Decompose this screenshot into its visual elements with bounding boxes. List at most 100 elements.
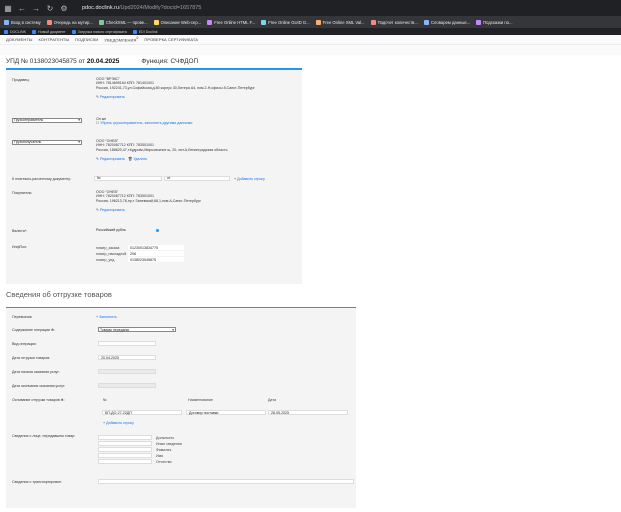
person-field-input[interactable] [98,447,152,452]
carrier-fill-label: Заполнить [99,315,117,319]
basis-name-input[interactable]: Договор поставки [186,410,266,415]
info-key: номер_заказа [96,245,120,250]
doc-date: 20.04.2025 [86,58,120,65]
back-icon[interactable]: ← [18,4,26,13]
extension-icon [31,29,36,34]
shipment-section-title: Сведения об отгрузке товаров [6,289,112,299]
person-field-input[interactable] [98,453,152,458]
consignee-address: Россия, 188620,47,г.Кудрово,Мирсовскное … [96,148,228,153]
extension-label: Загрузка нового сертификата [77,29,127,34]
op-type-label: Вид операции: [12,342,37,346]
bookmark-item[interactable]: Free Online GUID G... [261,19,310,25]
shipper-block: Он же ☐ Убрать грузоотправитель, заполни… [96,117,192,127]
tabs-icon[interactable]: ▦ [4,4,12,13]
start-date-input[interactable] [98,369,156,374]
bookmark-item[interactable]: Подсчет количеств... [370,19,418,25]
currency-field[interactable]: Российский рубль [94,228,150,233]
pencil-icon: ✎ [96,156,100,161]
seller-edit-link[interactable]: Редактировать [100,95,125,99]
payment-date-prefix: от [167,176,171,180]
consignee-edit-link[interactable]: Редактировать [100,157,125,161]
doc-number-label: УПД № [6,58,28,65]
basis-num-input[interactable]: БП-ДО-27-22ДП [102,410,182,415]
site-info-icon[interactable]: ⚙ [60,4,68,13]
bookmark-item[interactable]: Вход в систему [4,19,41,25]
bookmark-favicon-icon [207,19,213,25]
nav-label: ПРОВЕРКА СЕРТИФИКАТА [144,37,199,42]
op-type-input[interactable] [98,341,156,346]
carrier-fill-button[interactable]: + Заполнить [96,315,117,319]
info-value-input[interactable]: 0138023045875 [128,257,184,262]
seller-address: Россия, 192241,73,ул.Софийская,д.80 корп… [96,86,255,91]
person-field-input[interactable] [98,435,152,440]
transport-input[interactable] [98,479,354,484]
person-field-input[interactable] [98,441,152,446]
basis-date-input[interactable]: 28.05.2025 [268,410,348,415]
extension-item[interactable]: Новый документ [31,29,66,34]
forward-icon[interactable]: → [32,4,40,13]
nav-item[interactable]: КОНТРАГЕНТЫ [39,37,70,42]
extension-label: EDI Doclink [138,29,158,34]
payment-num-prefix: № [97,176,101,180]
bookmark-favicon-icon [370,19,376,25]
bookmark-item[interactable]: Подсказки по... [476,19,513,25]
basis-add-button[interactable]: + Добавить строку [103,421,134,425]
payment-add-label: Добавить строку [237,176,265,181]
ship-date-input[interactable]: 20.04.2025 [98,355,156,360]
doc-number: 0138023045875 [29,58,77,65]
checkbox-icon[interactable]: ☐ [96,121,99,125]
shipper-select[interactable]: Грузоотправитель ▾ [12,117,82,123]
shipper-hint-link[interactable]: Убрать грузоотправитель, заполнить други… [100,121,192,125]
person-field-label: Фамилия [156,447,172,452]
info-value-input[interactable]: 01230013834775 [128,245,184,250]
nav-item[interactable]: ПОДПИСКИ [75,37,98,42]
info-key: номер_накладной [96,251,127,256]
reload-icon[interactable]: ↻ [46,4,54,13]
currency-value: Российский рубль [96,228,126,232]
chevron-down-icon: ▾ [172,327,174,332]
nav-label: ПОДПИСКИ [75,37,99,42]
info-dot-icon [156,228,159,232]
address-bar[interactable]: pdoc.doclink.ru/Upd2024/Modify?docid=165… [82,5,201,11]
extension-item[interactable]: EDI Doclink [132,29,158,34]
bookmark-item[interactable]: Free Online HTML F... [207,19,256,25]
payment-doc-number-input[interactable]: № [94,175,162,181]
bookmark-label: Подсчет количеств... [377,19,418,25]
func-label: Функция: [141,58,169,65]
bookmark-favicon-icon [4,19,9,25]
operation-select[interactable]: Товары переданы ▾ [98,327,176,332]
extension-item[interactable]: DOCLINK [4,29,26,34]
bookmark-item[interactable]: CheckXML — прове... [98,19,148,25]
func-value: СЧФДОП [170,58,199,65]
seller-block: ООО "ВРЭКС" ИНН: 7814699164 КПП: 7814010… [96,77,255,100]
bookmark-favicon-icon [315,19,321,25]
buyer-edit-link[interactable]: Редактировать [100,208,125,212]
nav-label: ДОКУМЕНТЫ [6,37,33,42]
nav-badge: 0 [136,36,139,41]
nav-item[interactable]: ДОКУМЕНТЫ [6,37,33,42]
payment-doc-date-input[interactable]: от [164,175,230,181]
chevron-down-icon: ▾ [78,140,80,144]
nav-item[interactable]: ПРОВЕРКА СЕРТИФИКАТА [144,37,198,42]
nav-item[interactable]: УВЕДОМЛЕНИЯ0 [104,36,138,42]
operation-value: Товары переданы [100,327,130,332]
bookmark-item[interactable]: Free Online XML Val... [315,19,365,25]
consignee-select[interactable]: Грузополучатель ▾ [12,139,82,145]
consignee-select-value: Грузополучатель [14,140,42,144]
person-field-input[interactable] [98,459,152,464]
info-value-input[interactable]: 206 [128,251,184,256]
payment-add-button[interactable]: + Добавить строку [234,177,265,181]
end-date-input[interactable] [98,383,156,388]
bookmark-item[interactable]: Очередь на мутир... [46,19,93,25]
shipper-select-value: Грузоотправитель [14,118,44,122]
pencil-icon: ✎ [96,94,100,99]
shipment-panel: Перевозчик: + Заполнить Содержание опера… [6,308,356,508]
bookmark-label: Free Online HTML F... [214,19,256,25]
plus-icon: + [103,421,106,425]
buyer-address: Россия, 196213,78,пр-т Заневский,68,1,по… [96,199,201,204]
bookmark-item[interactable]: Описание Web-сер... [153,19,201,25]
bookmark-item[interactable]: Словарем данные... [423,19,470,25]
extension-item[interactable]: Загрузка нового сертификата [71,29,127,34]
trash-icon: 🗑 [127,156,133,161]
consignee-delete-link[interactable]: Удалить [133,157,147,161]
